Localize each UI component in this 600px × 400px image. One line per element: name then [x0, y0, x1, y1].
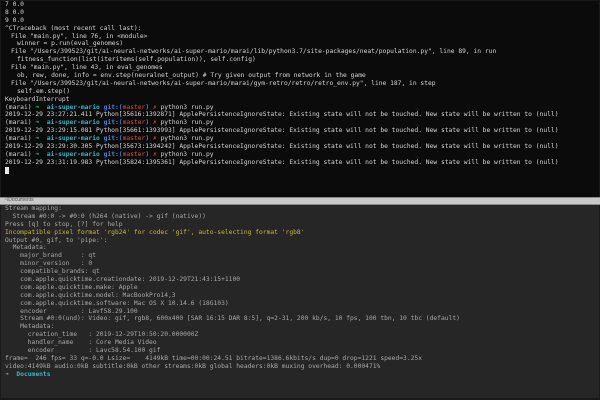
summary-line: video:4149kB audio:0kB subtitle:0kB othe… — [5, 362, 381, 370]
prompt-arrow-icon: ➜ — [35, 150, 40, 158]
top-output: 7 0.0 8 0.0 9 0.0 ^CTraceback (most rece… — [1, 1, 599, 175]
dirty-icon: ✗ — [152, 103, 157, 111]
git-branch: master — [122, 150, 146, 158]
dirty-icon: ✗ — [152, 150, 157, 158]
output-line: handler_name : Core Media Video — [5, 339, 157, 347]
traceback-line: KeyboardInterrupt — [5, 95, 70, 103]
command-text: python3 run.py — [160, 150, 214, 158]
bottom-terminal-pane[interactable]: Stream mapping: Stream #0:0 -> #0:0 (h26… — [1, 205, 599, 398]
output-line: Press [q] to stop, [?] for help — [5, 220, 123, 228]
git-branch: master — [122, 103, 146, 111]
shell-prompt[interactable]: ➜ Documents — [5, 371, 595, 379]
output-line: creation_time : 2019-12-29T10:50:20.0000… — [5, 331, 199, 339]
log-line: 2019-12-29 23:31:19.983 Python[35824:139… — [5, 158, 559, 166]
git-label: git:( — [103, 103, 123, 111]
project-name: ai-super-mario — [46, 135, 100, 143]
output-line: 8 0.0 — [5, 8, 24, 16]
text-cursor — [5, 166, 9, 174]
warning-line: Incompatible pixel format 'rgb24' for co… — [5, 228, 305, 236]
top-terminal-pane[interactable]: 7 0.0 8 0.0 9 0.0 ^CTraceback (most rece… — [1, 1, 599, 197]
git-label: git:( — [103, 135, 123, 143]
terminal-window: 7 0.0 8 0.0 9 0.0 ^CTraceback (most rece… — [0, 0, 600, 400]
output-line: com.apple.quicktime.software: Mac OS X 1… — [5, 299, 229, 307]
traceback-line: File "main.py", line 76, in <module> — [11, 32, 148, 40]
ffmpeg-output: Stream mapping: Stream #0:0 -> #0:0 (h26… — [1, 205, 599, 379]
output-line: com.apple.quicktime.creationdate: 2019-1… — [5, 276, 241, 284]
output-line: 9 0.0 — [5, 16, 24, 24]
traceback-line: fitness_function(list(iteritems(self.pop… — [17, 56, 256, 64]
input-line[interactable] — [5, 166, 595, 175]
venv-label: (marai) — [5, 150, 32, 158]
prompt-arrow-icon: ➜ — [35, 103, 40, 111]
venv-label: (marai) — [5, 135, 32, 143]
output-line: Stream #0:0 -> #0:0 (h264 (native) -> gi… — [5, 212, 206, 220]
output-line: 7 0.0 — [5, 1, 24, 8]
git-label: git:( — [103, 119, 123, 127]
output-line: Stream mapping: — [5, 205, 62, 212]
output-line: Stream #0:0(und): Video: gif, rgb8, 600x… — [5, 315, 460, 323]
shell-prompt: (marai) ➜ ai-super-mario git:(master) ✗ … — [5, 119, 595, 127]
log-line: 2019-12-29 23:29:15.081 Python[35661:139… — [5, 127, 559, 135]
command-text: python3 run.py — [160, 135, 214, 143]
venv-label: (marai) — [5, 103, 32, 111]
output-line: encoder : Lavf58.29.100 — [5, 307, 138, 315]
output-line: minor_version : 0 — [5, 260, 93, 268]
git-label-close: ) — [145, 119, 150, 127]
command-text: python3 run.py — [160, 103, 214, 111]
output-line: Metadata: — [5, 323, 55, 331]
git-branch: master — [122, 119, 146, 127]
git-label-close: ) — [145, 135, 150, 143]
output-line: compatible_brands: qt — [5, 268, 100, 276]
output-line: encoder : Lavc58.54.100 gif — [5, 347, 161, 355]
progress-line: frame= 246 fps= 33 q=-0.0 Lsize= 4149kB … — [5, 354, 423, 362]
git-label-close: ) — [145, 150, 150, 158]
shell-prompt: (marai) ➜ ai-super-mario git:(master) ✗ … — [5, 104, 595, 112]
command-text: python3 run.py — [160, 119, 214, 127]
traceback-line: winner = p.run(eval_genomes) — [17, 40, 124, 48]
project-name: ai-super-mario — [46, 150, 100, 158]
prompt-arrow-icon: ➜ — [35, 135, 40, 143]
traceback-line: self.em.step() — [17, 87, 71, 95]
dirty-icon: ✗ — [152, 135, 157, 143]
log-line: 2019-12-29 23:27:21.411 Python[35616:139… — [5, 111, 559, 119]
shell-prompt: (marai) ➜ ai-super-mario git:(master) ✗ … — [5, 135, 595, 143]
git-label-close: ) — [145, 103, 150, 111]
project-name: ai-super-mario — [46, 119, 100, 127]
output-line: com.apple.quicktime.model: MacBookPro14,… — [5, 291, 176, 299]
log-line: 2019-12-29 23:29:30.305 Python[35673:139… — [5, 143, 559, 151]
dirty-icon: ✗ — [152, 119, 157, 127]
shell-prompt: (marai) ➜ ai-super-mario git:(master) ✗ … — [5, 151, 595, 159]
output-line: Output #0, gif, to 'pipe:': — [5, 236, 108, 244]
prompt-arrow-icon: ➜ — [5, 370, 9, 378]
traceback-line: File "/Users/399523/git/ai-neural-networ… — [11, 48, 497, 56]
traceback-line: ^CTraceback (most recent call last): — [5, 24, 142, 32]
git-branch: master — [122, 135, 146, 143]
output-line: major_brand : qt — [5, 252, 96, 260]
traceback-line: File "main.py", line 43, in eval_genomes — [11, 64, 163, 72]
pane-divider[interactable]: ~/Documents — [0, 197, 600, 205]
git-label: git:( — [103, 150, 123, 158]
venv-label: (marai) — [5, 119, 32, 127]
project-name: ai-super-mario — [46, 103, 100, 111]
current-directory: Documents — [16, 370, 51, 378]
prompt-arrow-icon: ➜ — [35, 119, 40, 127]
output-line: com.apple.quicktime.make: Apple — [5, 283, 138, 291]
pane-title: ~/Documents — [4, 197, 34, 203]
output-line: Metadata: — [5, 244, 47, 252]
traceback-line: File "/Users/399523/git/ai-neural-networ… — [11, 79, 436, 87]
traceback-line: ob, rew, done, info = env.step(neuralnet… — [17, 72, 366, 80]
